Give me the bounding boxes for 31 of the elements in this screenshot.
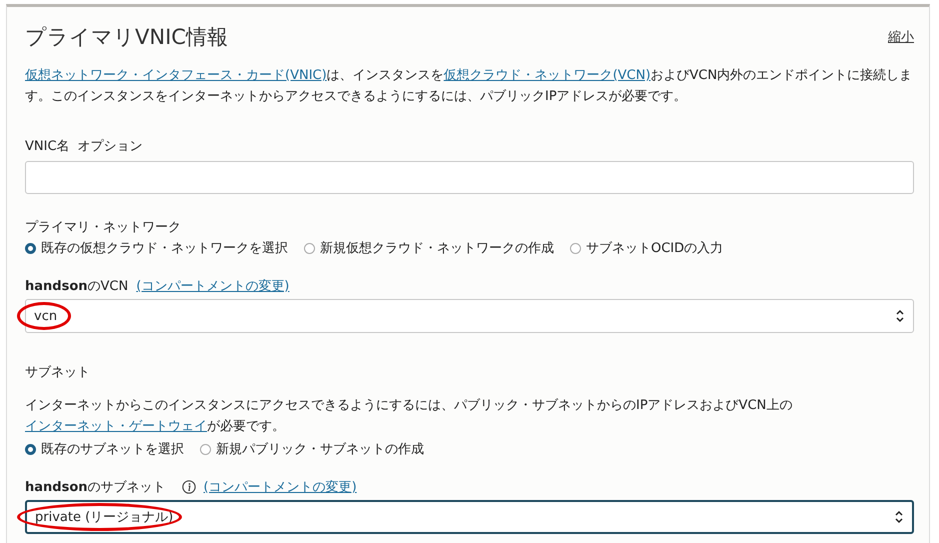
radio-option[interactable]: 新規仮想クラウド・ネットワークの作成	[304, 239, 554, 257]
optional-label: オプション	[78, 138, 143, 155]
field-label: handsonのVCN	[25, 278, 128, 295]
radio-icon[interactable]	[25, 444, 36, 454]
dropdown-select[interactable]: vcn	[25, 299, 914, 333]
field-label: プライマリ・ネットワーク	[25, 219, 182, 236]
radio-option[interactable]: サブネットOCIDの入力	[570, 239, 724, 257]
radio-icon[interactable]	[25, 242, 36, 254]
field-label: VNIC名	[25, 138, 70, 155]
info-icon[interactable]	[182, 480, 196, 494]
caret-icon	[894, 510, 904, 524]
description-link[interactable]: 仮想ネットワーク・インタフェース・カード(VNIC)	[25, 68, 327, 83]
change-compartment-link[interactable]: (コンパートメントの変更)	[204, 478, 357, 496]
collapse-link[interactable]: 縮小	[888, 28, 914, 46]
description-text: 仮想ネットワーク・インタフェース・カード(VNIC)は、インスタンスを仮想クラウド・ネットワーク(VCN)およびVCN内外のエンドポイントに接続します。このインスタンスをインターネットからアクセスできるようにするには、パブリックIPアドレスが必要です。	[25, 67, 914, 106]
description-link[interactable]: 仮想クラウド・ネットワーク(VCN)	[444, 68, 651, 83]
description-text: インターネットからこのインスタンスにアクセスできるようにするには、パブリック・サブネットからのIPアドレスおよびVCN上の インターネット・ゲートウェイが必要です。	[25, 397, 794, 436]
radio-option[interactable]: 新規パブリック・サブネットの作成	[200, 440, 424, 458]
dropdown-select[interactable]: private (リージョナル)	[25, 500, 914, 534]
radio-option[interactable]: 既存のサブネットを選択	[25, 440, 184, 458]
change-compartment-link[interactable]: (コンパートメントの変更)	[136, 277, 290, 295]
radio-option[interactable]: 既存の仮想クラウド・ネットワークを選択	[25, 239, 288, 257]
caret-icon	[895, 309, 905, 323]
radio-icon[interactable]	[200, 444, 211, 454]
field-label: handsonのサブネット	[25, 479, 166, 496]
description-link[interactable]: インターネット・ゲートウェイ	[25, 419, 207, 434]
input-field[interactable]	[25, 161, 914, 194]
radio-icon[interactable]	[570, 242, 581, 254]
field-label: サブネット	[25, 364, 91, 381]
radio-icon[interactable]	[304, 242, 315, 254]
section-title: プライマリVNIC情報	[25, 24, 228, 51]
